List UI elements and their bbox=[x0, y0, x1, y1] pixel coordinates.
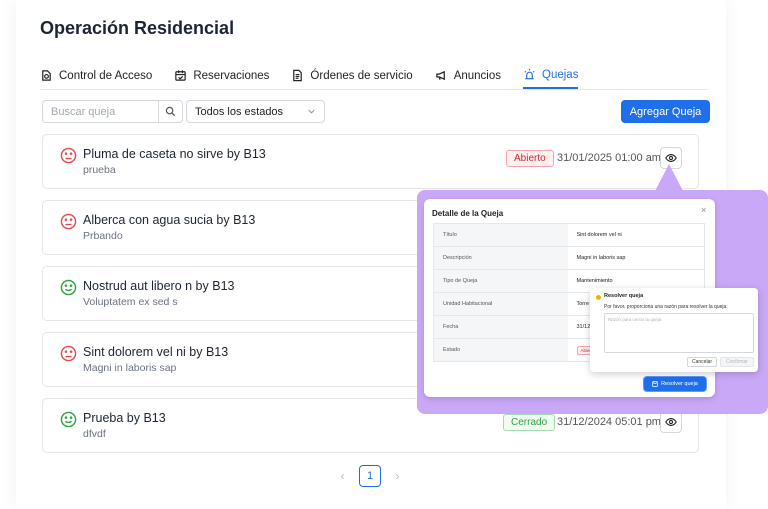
complaint-title: Alberca con agua sucia by B13 bbox=[83, 213, 256, 227]
sad-face-icon bbox=[60, 213, 77, 230]
access-control-icon bbox=[42, 70, 51, 81]
happy-face-icon bbox=[60, 411, 77, 428]
modal-title: Detalle de la Queja bbox=[432, 209, 504, 218]
tab-label: Órdenes de servicio bbox=[310, 69, 413, 82]
resolve-popover: Resolver queja Por favor, proporciona un… bbox=[590, 288, 758, 372]
tab-label: Reservaciones bbox=[193, 69, 270, 82]
search-icon bbox=[165, 106, 176, 117]
complaint-description: Prbando bbox=[83, 230, 123, 242]
page-title: Operación Residencial bbox=[40, 18, 235, 38]
chevron-down-icon bbox=[308, 109, 315, 114]
complaint-description: prueba bbox=[83, 164, 116, 176]
tab-label: Control de Acceso bbox=[59, 69, 153, 82]
complaint-description: dfvdf bbox=[83, 428, 106, 440]
table-row: Título Sint dolorem vel ni bbox=[433, 223, 705, 247]
status-select-value: Todos los estados bbox=[195, 105, 284, 118]
resolve-button-label: Resolver queja bbox=[661, 381, 698, 387]
detail-label: Estado bbox=[433, 338, 568, 362]
tab-reservaciones[interactable]: Reservaciones bbox=[174, 62, 269, 89]
search-box bbox=[42, 100, 183, 123]
status-select[interactable]: Todos los estados bbox=[186, 100, 325, 123]
detail-label: Título bbox=[433, 223, 568, 247]
complaint-title: Nostrud aut libero n by B13 bbox=[83, 279, 235, 293]
pagination: ‹ 1 › bbox=[336, 465, 404, 487]
siren-icon bbox=[524, 68, 535, 80]
status-badge: Abierto bbox=[506, 150, 554, 167]
detail-label: Descripción bbox=[433, 246, 568, 270]
document-icon bbox=[293, 69, 303, 82]
detail-label: Tipo de Queja bbox=[433, 269, 568, 293]
tab-bar: Control de Acceso Reservaciones Órdenes … bbox=[40, 62, 708, 90]
tab-ordenes-de-servicio[interactable]: Órdenes de servicio bbox=[291, 62, 413, 89]
search-button[interactable] bbox=[158, 101, 182, 122]
sad-face-icon bbox=[60, 147, 77, 164]
search-input[interactable] bbox=[43, 101, 158, 122]
complaint-title: Prueba by B13 bbox=[83, 411, 166, 425]
status-badge: Cerrado bbox=[503, 414, 556, 431]
detail-value: Magni in laboris sap bbox=[567, 246, 705, 270]
complaint-title: Pluma de caseta no sirve by B13 bbox=[83, 147, 266, 161]
detail-label: Unidad Habitacional bbox=[433, 292, 568, 316]
resolution-reason-input[interactable] bbox=[604, 313, 754, 353]
callout-pointer bbox=[655, 164, 683, 191]
complaint-date: 31/01/2025 01:00 am bbox=[557, 152, 661, 164]
complaint-title: Sint dolorem vel ni by B13 bbox=[83, 345, 229, 359]
detail-value: Sint dolorem vel ni bbox=[567, 223, 705, 247]
prev-page-button[interactable]: ‹ bbox=[336, 469, 349, 483]
tab-control-de-acceso[interactable]: Control de Acceso bbox=[40, 62, 152, 89]
add-complaint-button[interactable]: Agregar Queja bbox=[621, 100, 710, 123]
close-icon[interactable]: × bbox=[701, 205, 706, 215]
table-row: Descripción Magni in laboris sap bbox=[433, 246, 705, 270]
popover-message: Por favor, proporciona una razón para re… bbox=[604, 304, 728, 310]
next-page-button[interactable]: › bbox=[391, 469, 404, 483]
confirm-button[interactable]: Confirmar bbox=[720, 357, 754, 367]
save-icon bbox=[652, 381, 658, 387]
sad-face-icon bbox=[60, 345, 77, 362]
cancel-button[interactable]: Cancelar bbox=[687, 357, 717, 367]
complaint-description: Magni in laboris sap bbox=[83, 362, 177, 374]
complaint-description: Voluptatem ex sed s bbox=[83, 296, 178, 308]
view-details-button[interactable] bbox=[660, 411, 682, 433]
page-button-current[interactable]: 1 bbox=[359, 465, 381, 487]
happy-face-icon bbox=[60, 279, 77, 296]
complaint-date: 31/12/2024 05:01 pm bbox=[557, 416, 661, 428]
megaphone-icon bbox=[435, 70, 445, 81]
tab-label: Anuncios bbox=[453, 69, 502, 82]
eye-icon bbox=[665, 418, 677, 426]
tab-label: Quejas bbox=[542, 68, 579, 81]
tab-quejas[interactable]: Quejas bbox=[523, 62, 579, 89]
detail-label: Fecha bbox=[433, 315, 568, 339]
resolve-complaint-button[interactable]: Resolver queja bbox=[644, 377, 706, 391]
eye-icon bbox=[665, 154, 677, 162]
warning-icon bbox=[596, 295, 601, 300]
complaint-card[interactable]: Pluma de caseta no sirve by B13 prueba A… bbox=[42, 134, 699, 189]
popover-title: Resolver queja bbox=[604, 293, 644, 299]
tab-anuncios[interactable]: Anuncios bbox=[435, 62, 501, 89]
calendar-check-icon bbox=[175, 70, 187, 81]
